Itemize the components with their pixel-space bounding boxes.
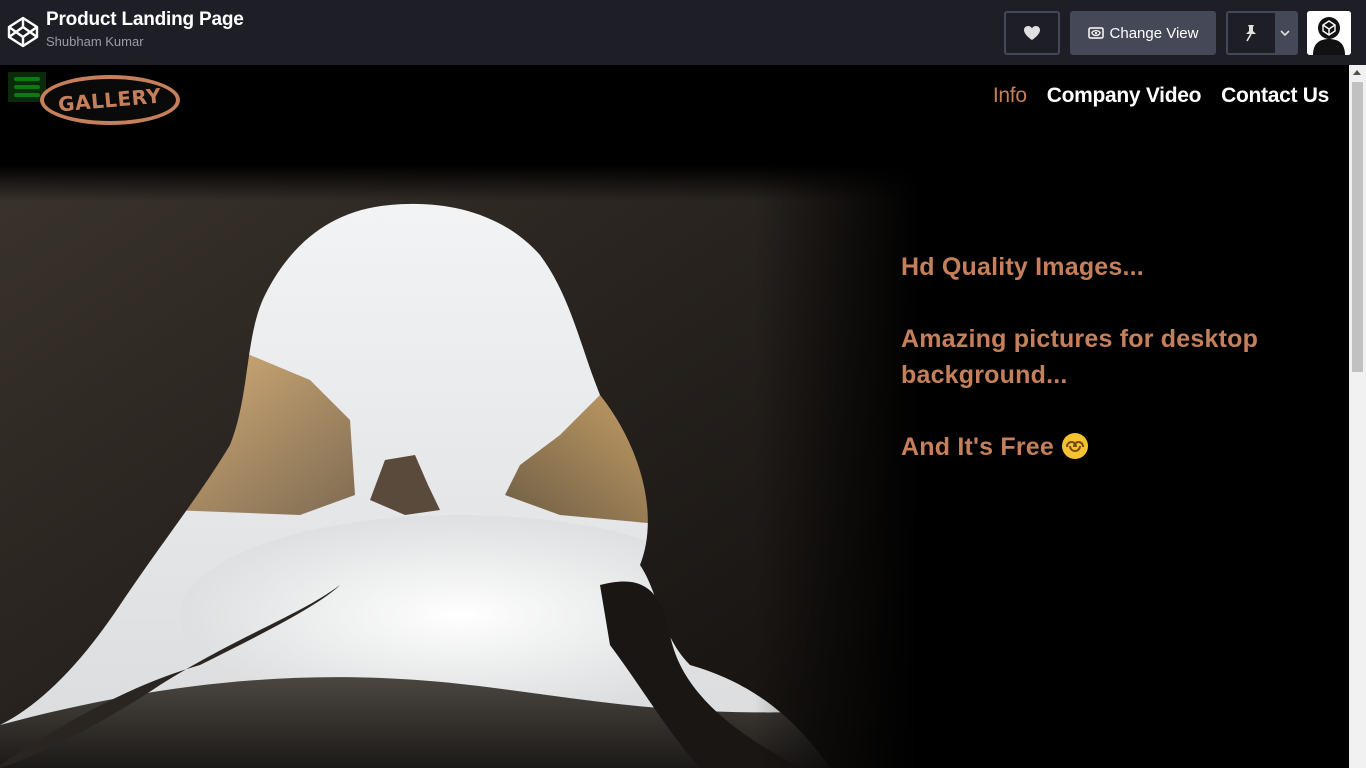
- nav-link-company-video[interactable]: Company Video: [1047, 84, 1202, 108]
- gallery-logo-text: GALLERY: [57, 83, 163, 117]
- cave-photo: [0, 165, 920, 768]
- scrollbar-thumb[interactable]: [1352, 82, 1363, 372]
- pin-button[interactable]: [1228, 13, 1275, 53]
- hamburger-line: [14, 85, 40, 89]
- main-nav: Info Company Video Contact Us: [993, 84, 1329, 108]
- change-view-button[interactable]: Change View: [1070, 11, 1216, 55]
- pen-title[interactable]: Product Landing Page: [46, 9, 244, 31]
- pen-author[interactable]: Shubham Kumar: [46, 34, 244, 49]
- pen-info: Product Landing Page Shubham Kumar: [46, 9, 244, 49]
- hero-taglines: Hd Quality Images... Amazing pictures fo…: [901, 249, 1311, 465]
- change-view-label: Change View: [1109, 24, 1199, 42]
- hamburger-line: [14, 93, 40, 97]
- pin-icon: [1246, 25, 1257, 42]
- smiling-face-emoji-icon: [1062, 433, 1089, 459]
- user-avatar[interactable]: [1307, 11, 1351, 55]
- love-button[interactable]: [1004, 11, 1060, 55]
- codepen-logo-icon[interactable]: [7, 16, 39, 48]
- tagline-free-text: And It's Free: [901, 433, 1055, 461]
- pen-preview: GALLERY Info Company Video Contact Us Hd…: [0, 65, 1366, 768]
- eye-icon: [1087, 27, 1104, 39]
- hamburger-line: [14, 77, 40, 81]
- tagline-desktop-background: Amazing pictures for desktop background.…: [901, 325, 1259, 389]
- nav-link-contact-us[interactable]: Contact Us: [1221, 84, 1329, 108]
- avatar-icon: [1307, 11, 1351, 55]
- tagline-hd-quality: Hd Quality Images...: [901, 253, 1144, 281]
- scroll-up-arrow-icon[interactable]: [1353, 70, 1361, 75]
- pin-button-group: [1226, 11, 1298, 55]
- pin-menu-button[interactable]: [1274, 13, 1296, 53]
- vertical-scrollbar[interactable]: [1349, 65, 1366, 768]
- nav-link-info[interactable]: Info: [993, 84, 1027, 108]
- gallery-logo[interactable]: GALLERY: [40, 75, 180, 125]
- cave-hero-image: [0, 165, 920, 768]
- codepen-header: Product Landing Page Shubham Kumar Chang…: [0, 0, 1366, 65]
- heart-icon: [1024, 26, 1040, 40]
- chevron-down-icon: [1280, 30, 1290, 36]
- tagline-free: And It's Free: [901, 429, 1311, 465]
